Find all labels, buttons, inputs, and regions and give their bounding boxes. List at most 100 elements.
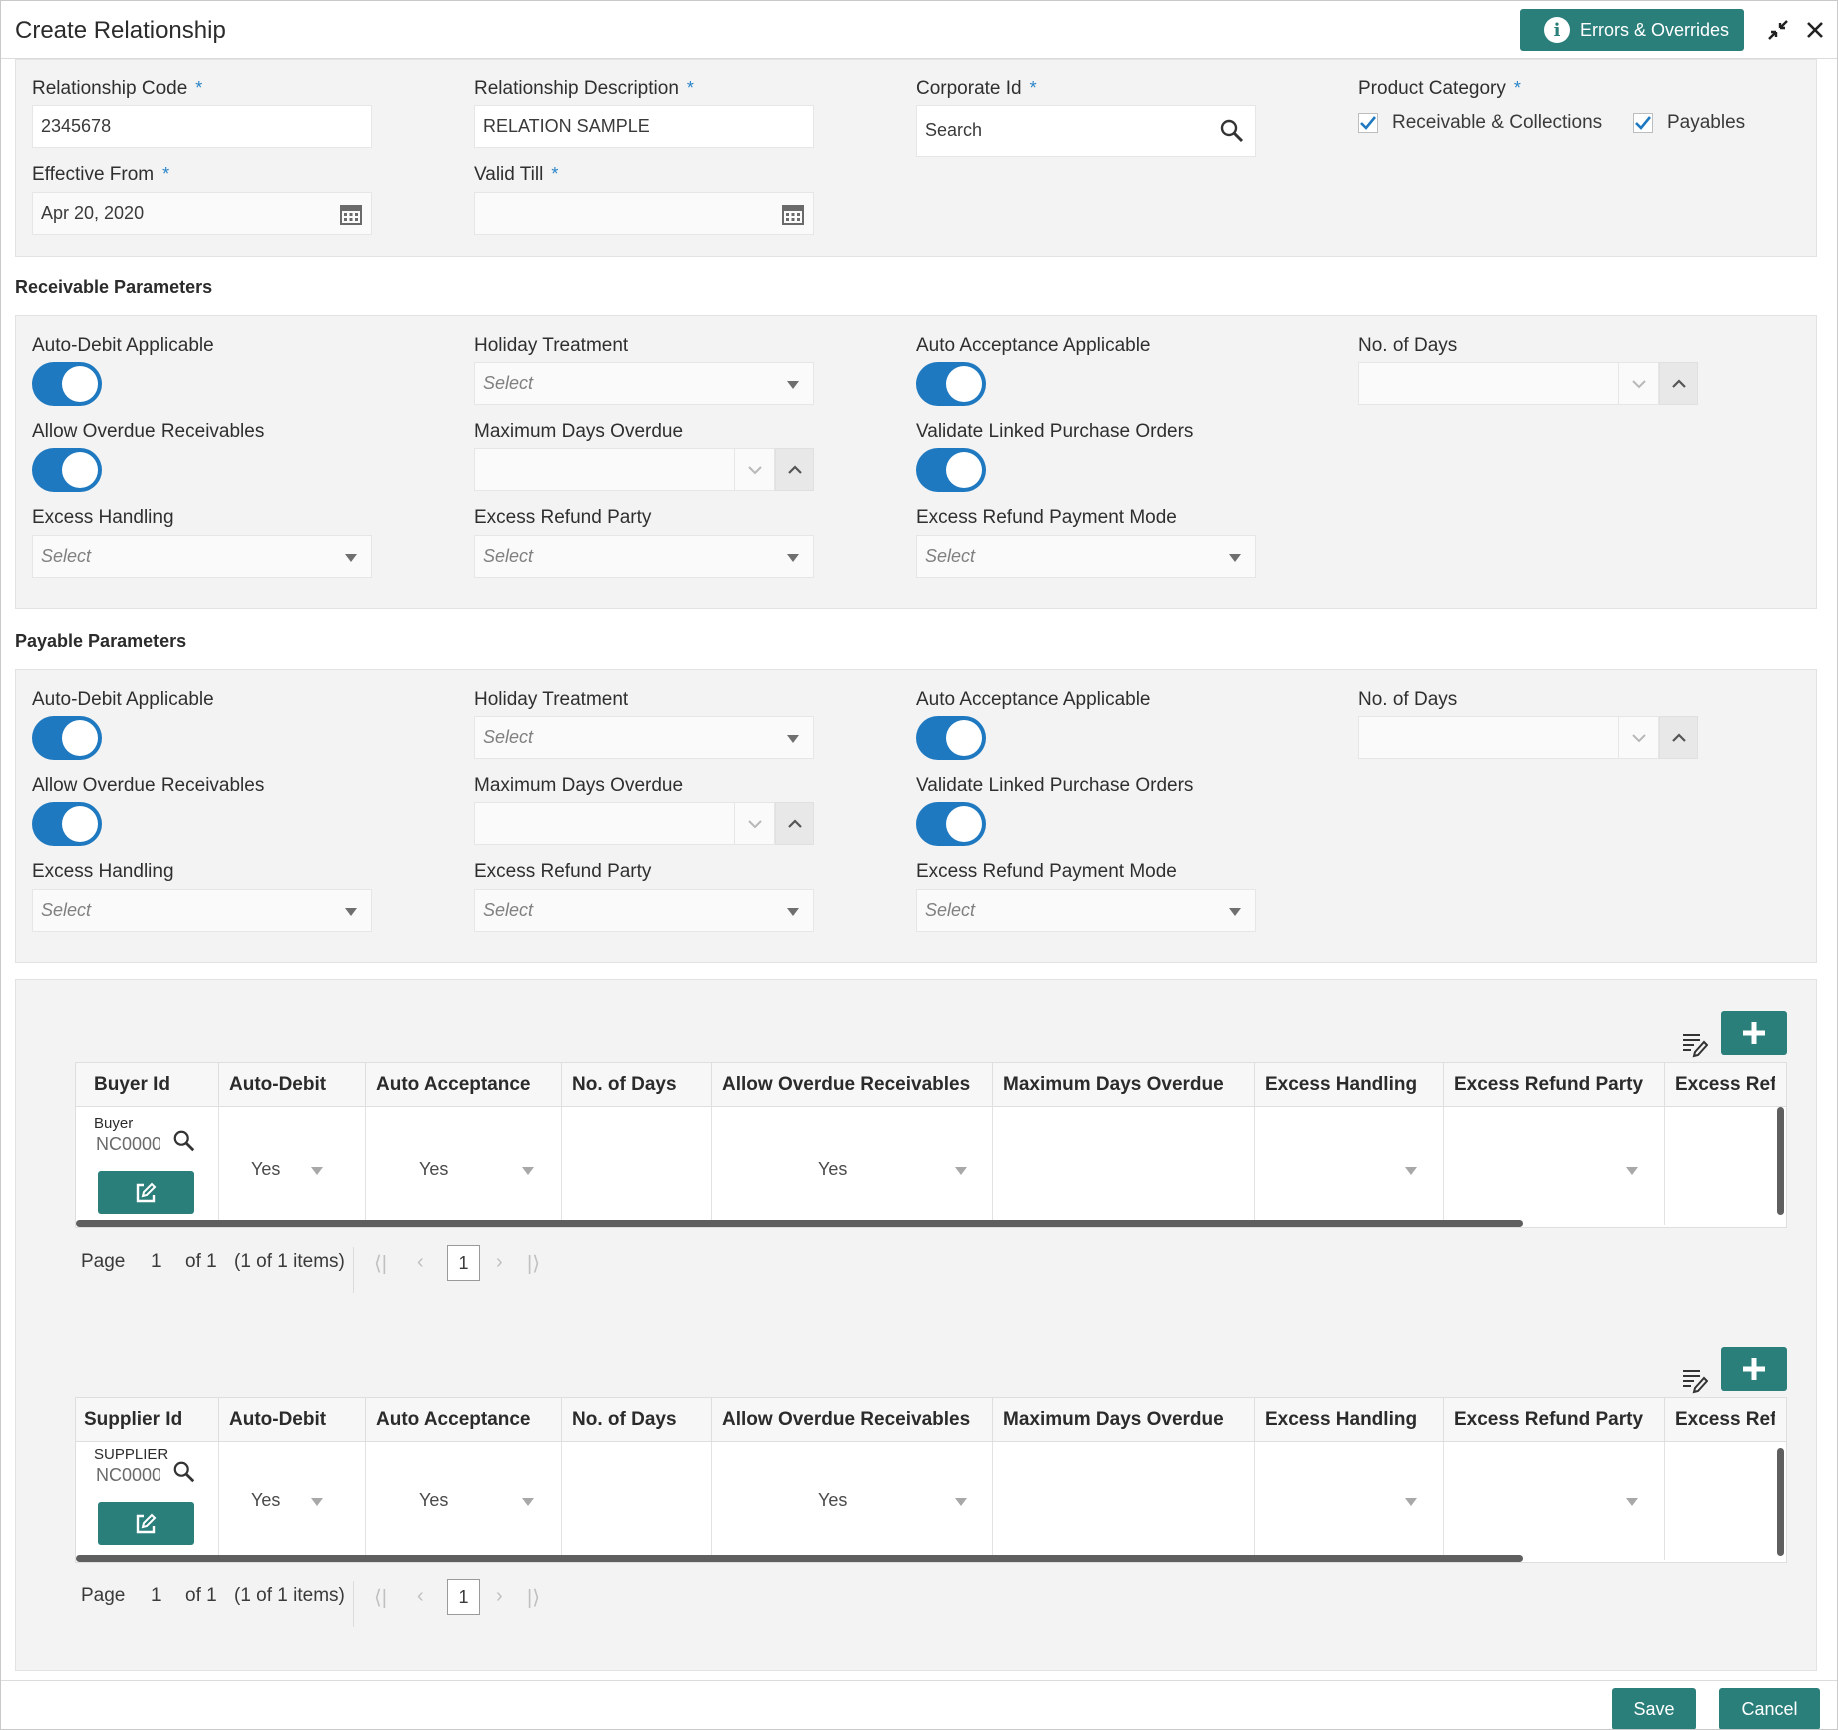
excess-handling-cell[interactable] [1255, 1107, 1444, 1225]
rec-holiday-treatment-select[interactable]: Select [474, 362, 814, 405]
column-header[interactable]: Auto-Debit [219, 1398, 366, 1442]
chevron-down-icon[interactable] [1619, 716, 1659, 759]
chevron-up-icon[interactable] [775, 802, 814, 845]
next-page-icon[interactable]: › [496, 1251, 503, 1274]
pay-auto-acceptance-toggle[interactable] [916, 716, 986, 760]
column-header[interactable]: Allow Overdue Receivables [712, 1063, 993, 1107]
last-page-icon[interactable]: |⟩ [527, 1251, 540, 1276]
rec-no-of-days-input[interactable] [1358, 362, 1619, 405]
column-header[interactable]: No. of Days [562, 1063, 712, 1107]
rec-allow-overdue-toggle[interactable] [32, 448, 102, 492]
add-supplier-button[interactable] [1721, 1347, 1787, 1391]
cancel-button[interactable]: Cancel [1719, 1688, 1820, 1729]
column-header[interactable]: Excess Handling [1255, 1398, 1444, 1442]
relationship-code-input[interactable]: 2345678 [32, 105, 372, 148]
pay-max-days-overdue-input[interactable] [474, 802, 735, 845]
add-buyer-button[interactable] [1721, 1011, 1787, 1055]
column-header[interactable]: No. of Days [562, 1398, 712, 1442]
edit-row-button[interactable] [98, 1171, 194, 1214]
rec-excess-refund-mode-select[interactable]: Select [916, 535, 1256, 578]
rec-validate-po-toggle[interactable] [916, 448, 986, 492]
search-icon[interactable] [172, 1460, 196, 1489]
allow-overdue-cell[interactable]: Yes [712, 1107, 993, 1225]
max-days-overdue-cell[interactable] [993, 1442, 1255, 1560]
excess-handling-cell[interactable] [1255, 1442, 1444, 1560]
rec-auto-debit-toggle[interactable] [32, 362, 102, 406]
chevron-down-icon[interactable] [1619, 362, 1659, 405]
pay-excess-handling-select[interactable]: Select [32, 889, 372, 932]
column-header[interactable]: Maximum Days Overdue [993, 1398, 1255, 1442]
excess-refund-party-cell[interactable] [1444, 1442, 1665, 1560]
pay-no-of-days-stepper[interactable] [1358, 716, 1698, 759]
rec-max-days-overdue-input[interactable] [474, 448, 735, 491]
no-of-days-cell[interactable] [562, 1107, 712, 1225]
excess-refund-cell[interactable] [1665, 1442, 1786, 1560]
column-header[interactable]: Auto Acceptance [366, 1063, 562, 1107]
column-settings-icon[interactable] [1680, 1030, 1709, 1063]
auto-acceptance-cell[interactable]: Yes [366, 1442, 562, 1560]
pay-auto-debit-toggle[interactable] [32, 716, 102, 760]
pay-validate-po-toggle[interactable] [916, 802, 986, 846]
payables-checkbox[interactable]: Payables [1633, 112, 1745, 134]
corporate-id-search-input[interactable]: Search [916, 105, 1256, 157]
rec-no-of-days-stepper[interactable] [1358, 362, 1698, 405]
pay-excess-refund-party-select[interactable]: Select [474, 889, 814, 932]
chevron-down-icon[interactable] [735, 802, 775, 845]
column-settings-icon[interactable] [1680, 1366, 1709, 1399]
vertical-scrollbar[interactable] [1777, 1107, 1784, 1215]
last-page-icon[interactable]: |⟩ [527, 1585, 540, 1610]
column-header[interactable]: Maximum Days Overdue [993, 1063, 1255, 1107]
errors-overrides-button[interactable]: i Errors & Overrides [1520, 9, 1744, 51]
pay-holiday-treatment-select[interactable]: Select [474, 716, 814, 759]
chevron-down-icon[interactable] [735, 448, 775, 491]
prev-page-icon[interactable]: ‹ [417, 1251, 424, 1274]
rec-excess-refund-party-select[interactable]: Select [474, 535, 814, 578]
minimize-icon[interactable] [1763, 15, 1793, 45]
horizontal-scrollbar[interactable] [76, 1555, 1523, 1562]
supplier-id-input[interactable]: NC0000 [96, 1465, 160, 1486]
save-button[interactable]: Save [1612, 1688, 1696, 1729]
max-days-overdue-cell[interactable] [993, 1107, 1255, 1225]
first-page-icon[interactable]: ⟨| [374, 1251, 387, 1276]
rec-excess-handling-select[interactable]: Select [32, 535, 372, 578]
buyer-id-input[interactable]: NC0000 [96, 1134, 160, 1155]
search-icon[interactable] [1219, 118, 1245, 149]
allow-overdue-cell[interactable]: Yes [712, 1442, 993, 1560]
excess-refund-cell[interactable] [1665, 1107, 1786, 1225]
vertical-scrollbar[interactable] [1777, 1448, 1784, 1556]
edit-row-button[interactable] [98, 1502, 194, 1545]
rec-max-days-overdue-stepper[interactable] [474, 448, 814, 491]
chevron-up-icon[interactable] [775, 448, 814, 491]
column-header[interactable]: Excess Handling [1255, 1063, 1444, 1107]
calendar-icon[interactable] [781, 202, 805, 231]
effective-from-date-input[interactable]: Apr 20, 2020 [32, 192, 372, 235]
calendar-icon[interactable] [339, 202, 363, 231]
receivable-collections-checkbox[interactable]: Receivable & Collections [1358, 112, 1602, 134]
column-header[interactable]: Buyer Id [76, 1063, 219, 1107]
excess-refund-party-cell[interactable] [1444, 1107, 1665, 1225]
auto-debit-cell[interactable]: Yes [219, 1442, 366, 1560]
column-header[interactable]: Allow Overdue Receivables [712, 1398, 993, 1442]
pay-no-of-days-input[interactable] [1358, 716, 1619, 759]
pay-max-days-overdue-stepper[interactable] [474, 802, 814, 845]
relationship-description-input[interactable]: RELATION SAMPLE [474, 105, 814, 148]
column-header[interactable]: Supplier Id [76, 1398, 219, 1442]
current-page-box[interactable]: 1 [447, 1579, 480, 1615]
search-icon[interactable] [172, 1129, 196, 1158]
rec-auto-acceptance-toggle[interactable] [916, 362, 986, 406]
chevron-up-icon[interactable] [1659, 716, 1698, 759]
pay-allow-overdue-toggle[interactable] [32, 802, 102, 846]
column-header[interactable]: Excess Refund Party [1444, 1063, 1665, 1107]
chevron-up-icon[interactable] [1659, 362, 1698, 405]
prev-page-icon[interactable]: ‹ [417, 1585, 424, 1608]
pay-excess-refund-mode-select[interactable]: Select [916, 889, 1256, 932]
horizontal-scrollbar[interactable] [76, 1220, 1523, 1227]
column-header[interactable]: Excess Refur [1665, 1398, 1775, 1442]
close-icon[interactable] [1800, 15, 1830, 45]
column-header[interactable]: Excess Refund Party [1444, 1398, 1665, 1442]
no-of-days-cell[interactable] [562, 1442, 712, 1560]
first-page-icon[interactable]: ⟨| [374, 1585, 387, 1610]
next-page-icon[interactable]: › [496, 1585, 503, 1608]
valid-till-date-input[interactable] [474, 192, 814, 235]
auto-debit-cell[interactable]: Yes [219, 1107, 366, 1225]
